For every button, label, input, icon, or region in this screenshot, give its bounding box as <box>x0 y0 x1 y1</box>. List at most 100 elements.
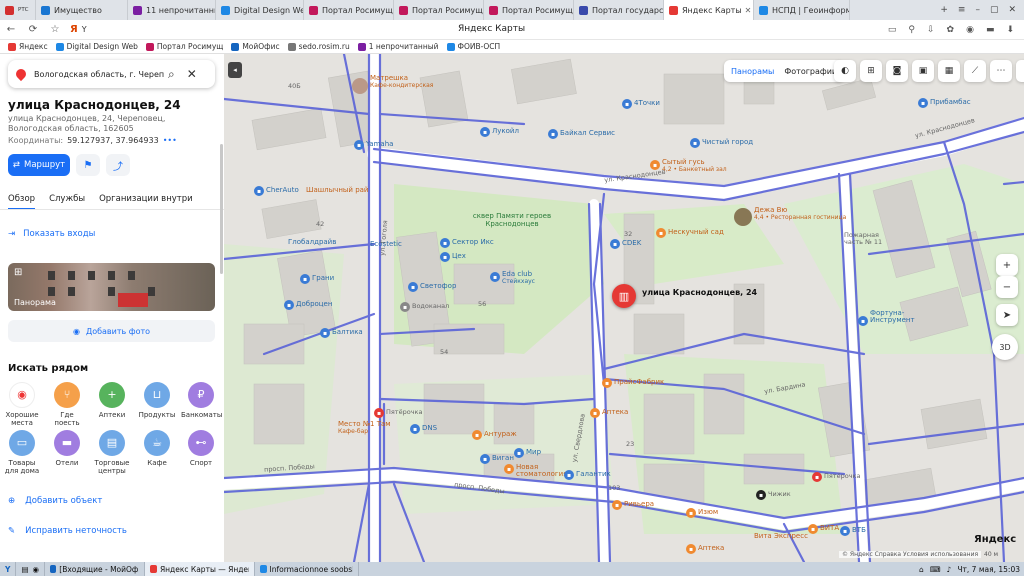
add-object-link[interactable]: ⊕ Добавить объект <box>8 496 102 506</box>
show-entrances-link[interactable]: ⇥ Показать входы <box>8 229 95 239</box>
poi-cherauto[interactable]: CherAuto <box>266 186 299 194</box>
nearby-home-goods[interactable]: ▭ Товары для дома <box>2 430 42 475</box>
nearby-groceries[interactable]: ⊔ Продукты <box>137 382 177 419</box>
nearby-food[interactable]: ⑂ Где поесть <box>47 382 87 427</box>
layers-icon[interactable]: ▦ <box>938 60 960 82</box>
poi-mesto[interactable]: Место №1 Там <box>338 420 391 428</box>
poi-deja-vu[interactable]: Дежа Вю <box>754 206 787 214</box>
poi-square[interactable]: сквер Памяти героев Краснодонцев <box>472 212 552 228</box>
collapse-panel-button[interactable]: ◂ <box>228 62 242 78</box>
poi-baltika[interactable]: Балтика <box>332 328 363 336</box>
camera-icon[interactable]: ◙ <box>886 60 908 82</box>
zoom-out-button[interactable]: − <box>996 276 1018 298</box>
close-tab-icon[interactable]: ✕ <box>742 6 752 15</box>
zoom-in-button[interactable]: + <box>996 254 1018 276</box>
download-arrow-icon[interactable]: ⬇ <box>1006 25 1014 35</box>
fix-error-link[interactable]: ✎ Исправить неточность <box>8 526 127 536</box>
map-copyright[interactable]: © Яндекс Справка Условия использования <box>839 551 982 558</box>
3d-button[interactable]: 3D <box>992 334 1018 360</box>
volume-icon[interactable]: ♪ <box>947 565 952 574</box>
tab-services[interactable]: Службы <box>49 194 85 210</box>
bookmark-item[interactable]: Яндекс <box>8 42 48 51</box>
firefox-icon[interactable]: ◉ <box>33 565 40 574</box>
poi-pribambas[interactable]: Прибамбас <box>930 98 971 106</box>
poi-chisty-gorod[interactable]: Чистый город <box>702 138 753 146</box>
close-icon[interactable]: ✕ <box>187 67 197 81</box>
bus-icon[interactable]: ▣ <box>912 60 934 82</box>
search-input[interactable] <box>34 69 164 79</box>
poi-sytiy-gus[interactable]: Сытый гусь <box>662 158 705 166</box>
new-tab-icon[interactable]: + <box>940 5 948 15</box>
nearby-hotels[interactable]: ▬ Отели <box>47 430 87 467</box>
browser-tab[interactable]: Портал государстве <box>574 0 664 20</box>
search-icon[interactable]: ⌕ <box>168 67 175 82</box>
location-icon[interactable]: ⚲ <box>908 25 915 35</box>
poi-baikal[interactable]: Байкал Сервис <box>560 129 615 137</box>
more-icon[interactable]: ••• <box>163 136 177 145</box>
matreshka-photo-icon[interactable] <box>352 78 368 94</box>
poi-vodokanal[interactable]: Водоканал <box>412 302 449 310</box>
ruler-icon[interactable]: ⟋ <box>964 60 986 82</box>
coordinates-value[interactable]: 59.127937, 37.964933 <box>67 136 159 145</box>
panoramas-toggle[interactable]: Панорамы <box>731 67 774 76</box>
nearby-atm[interactable]: ₽ Банкоматы <box>181 382 222 419</box>
taskbar-item[interactable]: Informacionnoe soobshhe... <box>255 562 360 576</box>
bookmark-item[interactable]: Портал Росимущ <box>145 42 223 51</box>
menu-icon[interactable]: ≡ <box>1016 60 1024 82</box>
clock[interactable]: Чт, 7 мая, 15:03 <box>957 565 1020 574</box>
menu-icon[interactable]: ≡ <box>958 5 966 15</box>
poi-globaldrive[interactable]: Глобалдрайв <box>288 238 336 246</box>
taskbar-item[interactable]: [Входящие - МойОфис П... <box>45 562 146 576</box>
nearby-malls[interactable]: ▤ Торговые центры <box>92 430 132 475</box>
location-marker[interactable]: ▥ <box>612 284 636 308</box>
poi-shashlyk[interactable]: Шашлычный рай <box>306 186 368 194</box>
more-icon[interactable]: ⋯ <box>990 60 1012 82</box>
bookmark-item[interactable]: Digital Design Web <box>55 42 138 51</box>
bookmark-item[interactable]: sedo.rosim.ru <box>287 42 350 51</box>
poi-vigan[interactable]: Виган <box>492 454 514 462</box>
bookmark-icon[interactable]: ▭ <box>888 25 897 35</box>
poi-chizhik[interactable]: Чижик <box>768 490 791 498</box>
refresh-icon[interactable]: ⟳ <box>22 24 44 35</box>
poi-grani[interactable]: Грани <box>312 274 334 282</box>
poi-pricefabrik[interactable]: ПрайсФабрик <box>614 378 664 386</box>
nearby-good-places[interactable]: ◉ Хорошие места <box>2 382 42 427</box>
bookmark-star-icon[interactable]: ☆ <box>44 24 66 35</box>
browser-tab[interactable]: Портал Росимущест <box>484 0 574 20</box>
panorama-icon[interactable]: ⊞ <box>860 60 882 82</box>
map-canvas[interactable]: ◂ Панорамы Фотографии ◐ ⊞ ◙ ▣ ▦ ⟋ ⋯ ≡ + … <box>224 54 1024 562</box>
back-icon[interactable]: ← <box>0 24 22 35</box>
poi-galantik[interactable]: Галантик <box>576 470 611 478</box>
poi-cdek[interactable]: CDEK <box>622 239 641 247</box>
poi-izyum[interactable]: Изюм <box>698 508 718 516</box>
close-window-icon[interactable]: ✕ <box>1008 5 1016 15</box>
poi-pyaterochka[interactable]: Пятёрочка <box>386 408 422 416</box>
poi-matreshka[interactable]: Матрешка <box>370 74 408 82</box>
tab-overview[interactable]: Обзор <box>8 194 36 210</box>
files-icon[interactable]: ▤ <box>21 565 28 574</box>
extension-icon[interactable]: ▬ <box>986 25 995 35</box>
poi-antrazh[interactable]: Антураж <box>484 430 517 438</box>
sidebar-scrollbar[interactable] <box>220 144 223 274</box>
browser-tab[interactable]: Имущество <box>36 0 128 20</box>
poi-fire-station[interactable]: Пожарная часть № 11 <box>844 232 894 246</box>
photos-toggle[interactable]: Фотографии <box>784 67 837 76</box>
minimize-icon[interactable]: – <box>975 5 980 15</box>
poi-yamaha[interactable]: Yamaha <box>366 140 393 148</box>
nearby-cafe[interactable]: ☕ Кафе <box>137 430 177 467</box>
extension-icon[interactable]: ◉ <box>966 25 974 35</box>
extension-icon[interactable]: ✿ <box>947 25 955 35</box>
poi-lukoil[interactable]: Лукойл <box>492 127 519 135</box>
browser-tab[interactable]: Портал Росимущест <box>394 0 484 20</box>
poi-dobrocen[interactable]: Доброцен <box>296 300 332 308</box>
poi-riviera[interactable]: Ривьера <box>624 500 654 508</box>
browser-tab-active[interactable]: Яндекс Карты ✕ <box>664 0 754 20</box>
download-icon[interactable]: ⇩ <box>927 25 935 35</box>
poi-apte[interactable]: Аптека <box>602 408 628 416</box>
poi-apteka[interactable]: Аптека <box>698 544 724 552</box>
poi-sektor-iks[interactable]: Сектор Икс <box>452 238 494 246</box>
poi-svetofor[interactable]: Светофор <box>420 282 456 290</box>
bookmark-item[interactable]: ФОИВ-ОСП <box>446 42 500 51</box>
poi-eda-club[interactable]: Eda club <box>502 270 532 278</box>
route-button[interactable]: ⇄ Маршрут <box>8 154 70 176</box>
